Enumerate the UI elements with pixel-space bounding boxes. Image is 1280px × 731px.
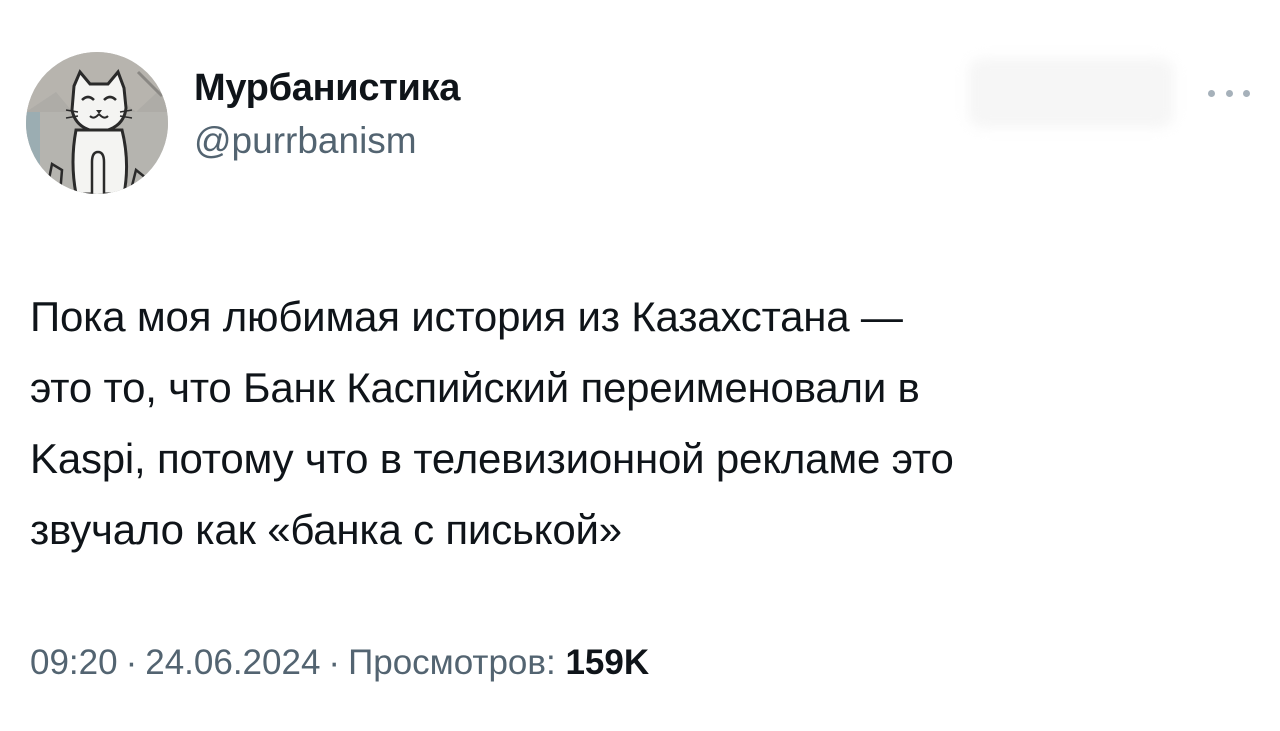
more-dots-icon[interactable]: [1205, 78, 1253, 108]
user-names: Мурбанистика @purrbanism: [194, 65, 460, 163]
more-dot: [1243, 89, 1250, 97]
cat-graffiti-icon: [26, 52, 168, 194]
tweet-text: Пока моя любимая история из Казахстана —…: [30, 293, 954, 553]
tweet-time[interactable]: 09:20: [30, 643, 118, 682]
views-label: Просмотров:: [348, 643, 556, 682]
tweet-header: Мурбанистика @purrbanism: [26, 52, 460, 194]
more-dot: [1225, 89, 1233, 97]
meta-separator: ·: [125, 643, 138, 682]
user-handle[interactable]: @purrbanism: [194, 119, 460, 163]
more-dot: [1208, 89, 1215, 97]
avatar[interactable]: [26, 52, 168, 194]
tweet-meta: 09:20 · 24.06.2024 · Просмотров: 159K: [30, 637, 649, 689]
blurred-follow-button: [968, 58, 1174, 128]
tweet: Мурбанистика @purrbanism Пока моя любима…: [0, 0, 1280, 731]
tweet-date[interactable]: 24.06.2024: [145, 643, 320, 682]
display-name[interactable]: Мурбанистика: [194, 65, 460, 111]
meta-separator: ·: [328, 643, 341, 682]
views-count[interactable]: 159K: [565, 643, 649, 682]
